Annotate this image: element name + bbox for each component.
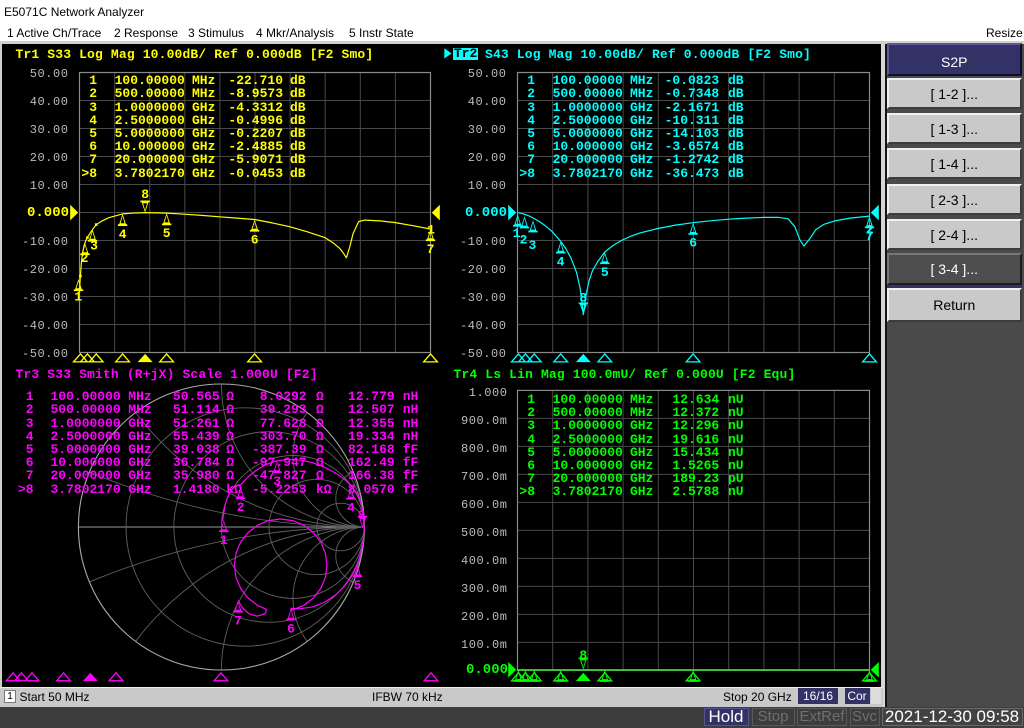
- svg-text:5: 5: [354, 578, 362, 593]
- svg-text:4: 4: [347, 501, 355, 516]
- svg-text:6: 6: [251, 233, 259, 248]
- svg-text:3: 3: [90, 239, 98, 254]
- svg-text:8: 8: [141, 187, 149, 202]
- svg-text:5: 5: [163, 226, 171, 241]
- svg-text:2: 2: [866, 222, 874, 237]
- svg-text:7: 7: [234, 614, 242, 629]
- svg-text:3: 3: [528, 238, 536, 253]
- svg-text:1: 1: [427, 222, 435, 237]
- svg-text:6: 6: [689, 236, 697, 251]
- svg-text:4: 4: [557, 254, 565, 269]
- svg-text:8: 8: [358, 508, 366, 523]
- svg-text:8: 8: [579, 290, 587, 305]
- svg-text:2: 2: [237, 500, 245, 515]
- svg-text:8: 8: [579, 648, 587, 663]
- svg-text:1: 1: [74, 290, 82, 305]
- svg-text:2: 2: [81, 251, 89, 266]
- svg-text:6: 6: [287, 621, 295, 636]
- svg-text:1: 1: [220, 533, 228, 548]
- svg-text:4: 4: [119, 227, 127, 242]
- svg-text:2: 2: [520, 232, 528, 247]
- svg-text:7: 7: [427, 242, 435, 257]
- svg-text:5: 5: [601, 265, 609, 280]
